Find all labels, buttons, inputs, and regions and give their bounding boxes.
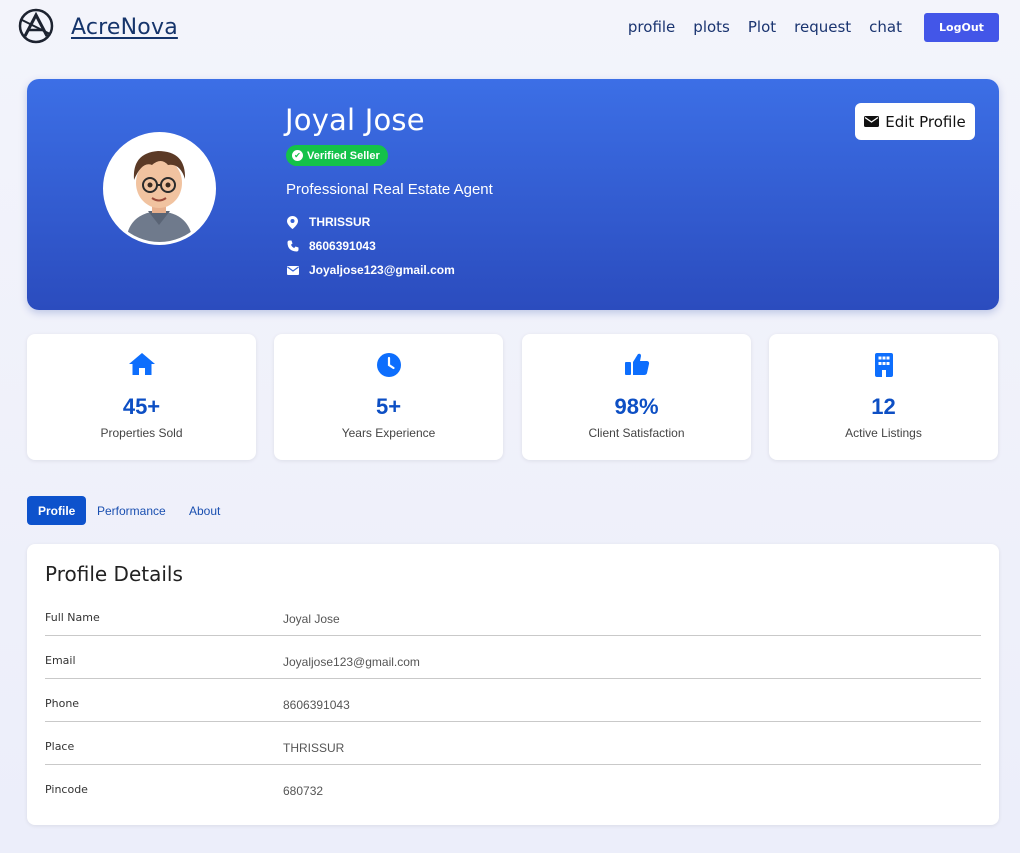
stat-card-client-satisfaction: 98% Client Satisfaction	[522, 334, 751, 460]
edit-profile-label: Edit Profile	[885, 112, 966, 131]
logout-button[interactable]: LogOut	[924, 13, 999, 42]
detail-label: Phone	[45, 697, 80, 710]
location-row: THRISSUR	[286, 215, 370, 229]
edit-profile-button[interactable]: Edit Profile	[855, 103, 975, 140]
details-title: Profile Details	[45, 562, 183, 586]
detail-row-place: Place THRISSUR	[45, 722, 981, 765]
tab-about[interactable]: About	[178, 496, 231, 525]
nav-link-plots[interactable]: plots	[693, 18, 730, 36]
nav-link-request[interactable]: request	[794, 18, 851, 36]
phone-row: 8606391043	[286, 239, 376, 253]
brand-name[interactable]: AcreNova	[71, 15, 178, 40]
stat-card-active-listings: 12 Active Listings	[769, 334, 998, 460]
stat-label: Properties Sold	[100, 426, 183, 440]
stat-value: 98%	[614, 394, 659, 419]
profile-hero-card: Joyal Jose ✔ Verified Seller Professiona…	[27, 79, 999, 310]
detail-row-phone: Phone 8606391043	[45, 679, 981, 722]
detail-value: THRISSUR	[283, 741, 345, 755]
nav-link-plot[interactable]: Plot	[748, 18, 776, 36]
detail-value: 8606391043	[283, 698, 350, 712]
stat-card-years-experience: 5+ Years Experience	[274, 334, 503, 460]
stat-card-properties-sold: 45+ Properties Sold	[27, 334, 256, 460]
location-text: THRISSUR	[309, 215, 371, 229]
detail-label: Pincode	[45, 783, 88, 796]
stat-label: Years Experience	[341, 426, 436, 440]
detail-row-email: Email Joyaljose123@gmail.com	[45, 636, 981, 679]
home-icon	[27, 352, 256, 376]
check-circle-icon: ✔	[292, 150, 303, 161]
profile-title: Professional Real Estate Agent	[286, 181, 493, 198]
nav-link-profile[interactable]: profile	[628, 18, 675, 36]
detail-value: Joyal Jose	[283, 612, 340, 626]
detail-label: Place	[45, 740, 75, 753]
acrenova-logo-icon[interactable]	[16, 8, 56, 44]
avatar-illustration	[106, 135, 213, 242]
detail-row-full-name: Full Name Joyal Jose	[45, 593, 981, 636]
detail-value: 680732	[283, 784, 324, 798]
tab-profile[interactable]: Profile	[27, 496, 87, 525]
profile-name: Joyal Jose	[285, 103, 425, 137]
envelope-icon	[864, 116, 880, 127]
building-icon	[769, 352, 998, 378]
detail-row-pincode: Pincode 680732	[45, 765, 981, 808]
detail-label: Email	[45, 654, 76, 667]
map-pin-icon	[286, 215, 299, 229]
stat-value: 12	[871, 394, 896, 419]
stat-value: 45+	[122, 394, 161, 419]
stat-value: 5+	[375, 394, 402, 419]
phone-icon	[286, 240, 299, 253]
phone-text: 8606391043	[309, 239, 376, 253]
envelope-icon	[286, 264, 299, 277]
email-row: Joyaljose123@gmail.com	[286, 263, 455, 277]
verified-label: Verified Seller	[307, 149, 380, 162]
detail-label: Full Name	[45, 611, 100, 624]
navbar: AcreNova profile plots Plot request chat…	[0, 0, 1020, 56]
detail-value: Joyaljose123@gmail.com	[283, 655, 420, 669]
verified-seller-badge: ✔ Verified Seller	[286, 145, 388, 166]
email-text: Joyaljose123@gmail.com	[309, 263, 455, 277]
thumbs-up-icon	[522, 352, 751, 376]
profile-details-card: Profile Details Full Name Joyal Jose Ema…	[27, 544, 999, 825]
stat-label: Client Satisfaction	[588, 426, 685, 440]
tab-performance[interactable]: Performance	[86, 496, 177, 525]
clock-icon	[274, 352, 503, 378]
stat-label: Active Listings	[845, 426, 922, 440]
nav-link-chat[interactable]: chat	[869, 18, 902, 36]
nav-links: profile plots Plot request chat	[628, 18, 902, 36]
avatar	[103, 132, 216, 245]
